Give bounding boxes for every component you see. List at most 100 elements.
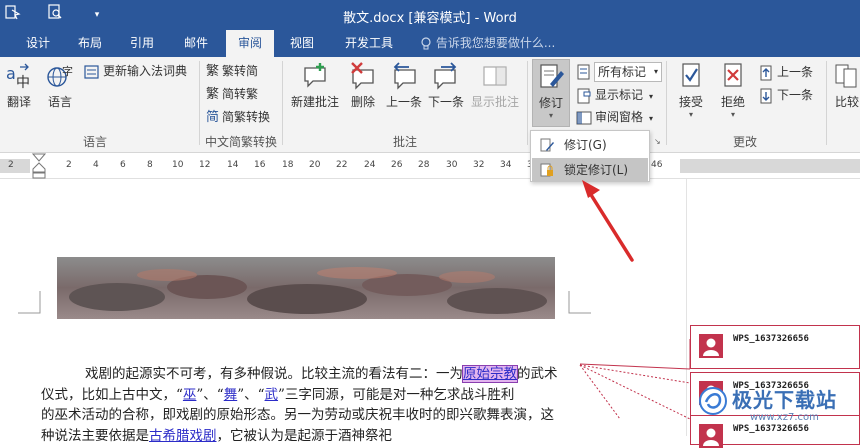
show-markup-label: 显示标记 bbox=[595, 88, 644, 102]
update-dictionary-icon bbox=[84, 64, 99, 79]
tab-references[interactable]: 引用 bbox=[118, 30, 166, 57]
simp-trad-convert-label: 简繁转换 bbox=[222, 110, 271, 124]
chevron-down-icon: ▾ bbox=[649, 114, 654, 123]
markup-display-value: 所有标记 bbox=[598, 65, 647, 79]
translate-button[interactable]: a中 翻译 bbox=[2, 61, 36, 110]
delete-label: 删除 bbox=[350, 95, 375, 109]
new-comment-icon bbox=[304, 63, 326, 88]
new-comment-label: 新建批注 bbox=[290, 95, 339, 109]
trad-simp-icon: 繁 bbox=[206, 63, 220, 79]
group-separator bbox=[527, 61, 528, 145]
next-change-label: 下一条 bbox=[777, 88, 814, 102]
markup-display-dropdown[interactable]: 所有标记 ▾ bbox=[594, 62, 662, 82]
next-label: 下一条 bbox=[427, 95, 464, 109]
ruler-mark: 16 bbox=[254, 160, 266, 170]
group-label-changes: 更改 bbox=[732, 135, 757, 149]
tab-layout[interactable]: 布局 bbox=[66, 30, 114, 57]
tab-view[interactable]: 视图 bbox=[278, 30, 326, 57]
chevron-down-icon: ▾ bbox=[653, 67, 658, 76]
new-comment-button[interactable]: 新建批注 bbox=[286, 61, 344, 110]
trad-to-simp-label: 繁转简 bbox=[222, 64, 259, 78]
ruler-mark: 32 bbox=[473, 160, 485, 170]
menu-item-track-changes[interactable]: 修订(G) bbox=[532, 133, 648, 157]
track-changes-menu: 修订(G) 锁定修订(L) bbox=[530, 130, 650, 182]
ruler-mark: 28 bbox=[418, 160, 430, 170]
ruler-margin bbox=[0, 159, 30, 173]
site-watermark: 极光下载站 www.xz7.com bbox=[698, 382, 860, 436]
document-area[interactable]: 戏剧的起源实不可考，有多种假说。比较主流的看法有二：一为原始宗教的武术 仪式，比… bbox=[0, 179, 860, 448]
tab-developer[interactable]: 开发工具 bbox=[334, 30, 404, 57]
delete-comment-icon bbox=[351, 62, 374, 90]
ribbon-review: a中 翻译 字 语言 更新输入法词典 语言 繁繁转简 繁简转繁 简简繁转换 中文… bbox=[0, 57, 860, 153]
next-change-button[interactable]: 下一条 bbox=[758, 85, 813, 105]
watermark-logo-icon bbox=[699, 387, 727, 415]
dialog-launcher-icon[interactable]: ↘ bbox=[654, 137, 661, 146]
simp-to-trad-button[interactable]: 繁简转繁 bbox=[206, 84, 258, 104]
tell-me-search[interactable]: 告诉我您想要做什么... bbox=[420, 30, 555, 57]
show-comments-button[interactable]: 显示批注 bbox=[468, 61, 522, 110]
tab-mailings[interactable]: 邮件 bbox=[172, 30, 220, 57]
trad-to-simp-button[interactable]: 繁繁转简 bbox=[206, 61, 258, 81]
simp-trad-convert-button[interactable]: 简简繁转换 bbox=[206, 107, 270, 127]
ruler-mark: 10 bbox=[172, 160, 184, 170]
menu-item-label: 修订(G) bbox=[564, 138, 607, 152]
group-label-comments: 批注 bbox=[392, 135, 417, 149]
markup-view-icon-wrap bbox=[576, 61, 595, 81]
tab-review[interactable]: 审阅 bbox=[226, 30, 274, 57]
accept-button[interactable]: 接受 ▾ bbox=[672, 61, 710, 119]
ruler-mark: 12 bbox=[199, 160, 211, 170]
next-comment-button[interactable]: 下一条 bbox=[426, 61, 466, 110]
dropdown-caret-icon: ▾ bbox=[688, 110, 693, 119]
dropdown-caret-icon: ▾ bbox=[548, 111, 553, 120]
reviewing-pane-label: 审阅窗格 bbox=[595, 110, 644, 124]
simp-trad-icon: 繁 bbox=[206, 86, 220, 102]
svg-text:中: 中 bbox=[16, 75, 30, 91]
window-title: 散文.docx [兼容模式] - Word bbox=[343, 11, 517, 26]
reviewing-pane-button[interactable]: 审阅窗格 ▾ bbox=[576, 107, 653, 127]
track-changes-label: 修订 bbox=[538, 96, 563, 110]
chevron-down-icon: ▾ bbox=[649, 92, 654, 101]
ruler-mark: 14 bbox=[227, 160, 239, 170]
compare-icon bbox=[835, 64, 857, 88]
show-comments-icon bbox=[483, 66, 507, 86]
convert-icon: 简 bbox=[206, 109, 220, 125]
language-globe-icon: 字 bbox=[47, 64, 73, 87]
reviewing-pane-icon bbox=[576, 111, 592, 124]
ruler-mark: 4 bbox=[93, 160, 99, 170]
ruler-mark: 24 bbox=[364, 160, 376, 170]
ruler-mark: 30 bbox=[446, 160, 458, 170]
previous-change-label: 上一条 bbox=[777, 65, 814, 79]
indent-marker-icon[interactable] bbox=[32, 153, 46, 179]
previous-comment-button[interactable]: 上一条 bbox=[384, 61, 424, 110]
group-label-chinese: 中文简繁转换 bbox=[204, 135, 277, 149]
watermark-url: www.xz7.com bbox=[750, 412, 819, 423]
ruler-mark: 2 bbox=[8, 160, 14, 170]
watermark-title: 极光下载站 bbox=[732, 388, 837, 412]
group-separator bbox=[666, 61, 667, 145]
horizontal-ruler[interactable]: 2 2 4 6 8 10 12 14 16 18 20 22 24 26 28 … bbox=[0, 153, 860, 179]
translate-label: 翻译 bbox=[6, 95, 31, 109]
reject-icon bbox=[724, 63, 742, 87]
track-changes-button[interactable]: 修订 ▾ bbox=[532, 59, 570, 127]
reject-label: 拒绝 bbox=[720, 95, 745, 109]
show-markup-button[interactable]: 显示标记 ▾ bbox=[576, 85, 653, 105]
ruler-mark: 2 bbox=[66, 160, 72, 170]
previous-change-button[interactable]: 上一条 bbox=[758, 62, 813, 82]
dropdown-caret-icon: ▾ bbox=[730, 110, 735, 119]
comment-balloon[interactable]: WPS_1637326656 bbox=[690, 325, 860, 369]
ruler-mark: 6 bbox=[120, 160, 126, 170]
previous-change-icon bbox=[760, 65, 772, 80]
compare-button[interactable]: 比较 bbox=[832, 61, 860, 110]
translate-icon: a中 bbox=[6, 63, 30, 91]
reject-button[interactable]: 拒绝 ▾ bbox=[714, 61, 752, 119]
delete-comment-button[interactable]: 删除 bbox=[346, 61, 380, 110]
language-button[interactable]: 字 语言 bbox=[42, 61, 78, 110]
ruler-margin bbox=[680, 159, 860, 173]
show-comments-label: 显示批注 bbox=[470, 95, 519, 109]
accept-label: 接受 bbox=[678, 95, 703, 109]
accept-icon bbox=[682, 63, 700, 87]
ruler-mark: 20 bbox=[309, 160, 321, 170]
tab-design[interactable]: 设计 bbox=[14, 30, 62, 57]
update-ime-button[interactable]: 更新输入法词典 bbox=[84, 61, 187, 81]
ruler-mark: 18 bbox=[282, 160, 294, 170]
